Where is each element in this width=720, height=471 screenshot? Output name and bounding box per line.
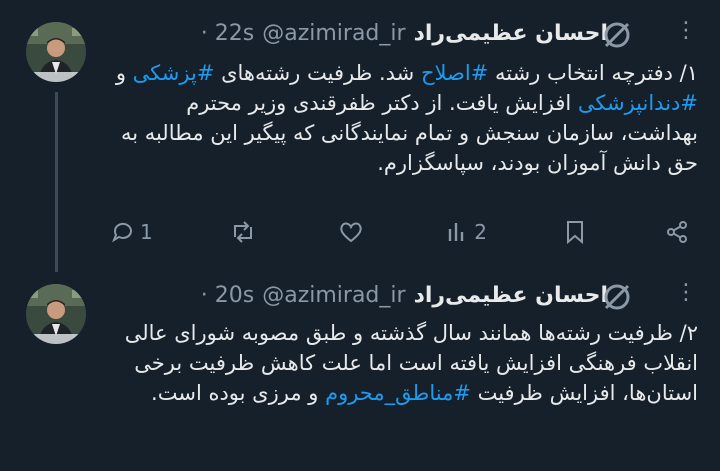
timestamp[interactable]: · 20s [201, 283, 254, 308]
body-text: ۱/ دفترچه انتخاب رشته [488, 61, 698, 85]
tweet-header: احسان عظیمی‌راد @azimirad_ir · 20s [201, 280, 608, 310]
reply-icon [111, 222, 132, 243]
hashtag-link[interactable]: #دندانپزشکی [578, 91, 698, 115]
avatar[interactable] [26, 22, 86, 82]
body-text: و [115, 61, 133, 85]
view-count: 2 [474, 220, 487, 244]
reply-button[interactable]: 1 [110, 219, 153, 245]
reply-count: 1 [140, 220, 153, 244]
views-icon [449, 223, 464, 241]
bookmark-button[interactable] [563, 219, 587, 245]
hashtag-link[interactable]: #پزشکی [133, 61, 215, 85]
grok-icon[interactable] [600, 18, 634, 56]
user-handle[interactable]: @azimirad_ir [262, 21, 405, 46]
display-name[interactable]: احسان عظیمی‌راد [414, 21, 608, 46]
more-options-icon[interactable]: ⋮ [675, 18, 697, 43]
avatar[interactable] [26, 284, 86, 344]
body-text: و مرزی بوده است. [151, 381, 326, 405]
repost-button[interactable] [229, 219, 261, 245]
tweet-actions: 1 2 [110, 217, 690, 247]
more-options-icon[interactable]: ⋮ [675, 280, 697, 305]
heart-icon [340, 222, 362, 243]
hashtag-link[interactable]: #مناطق_محروم [325, 381, 471, 405]
tweet-body: ۱/ دفترچه انتخاب رشته #اصلاح شد. ظرفیت ر… [110, 58, 698, 178]
tweet-header: احسان عظیمی‌راد @azimirad_ir · 22s [201, 18, 608, 48]
bookmark-icon [567, 221, 584, 245]
repost-icon [234, 221, 253, 243]
like-button[interactable] [338, 219, 368, 245]
user-handle[interactable]: @azimirad_ir [262, 283, 405, 308]
display-name[interactable]: احسان عظیمی‌راد [414, 283, 608, 308]
share-icon [666, 221, 687, 243]
share-button[interactable] [664, 219, 690, 245]
grok-icon[interactable] [600, 280, 634, 318]
tweet-1[interactable]: احسان عظیمی‌راد @azimirad_ir · 22s ⋮ ۱/ … [0, 0, 720, 262]
timestamp[interactable]: · 22s [201, 21, 254, 46]
tweet-2[interactable]: احسان عظیمی‌راد @azimirad_ir · 20s ⋮ ۲/ … [0, 262, 720, 471]
tweet-body: ۲/ ظرفیت رشته‌ها همانند سال گذشته و طبق … [110, 318, 698, 408]
views-button[interactable]: 2 [444, 219, 487, 245]
hashtag-link[interactable]: #اصلاح [421, 61, 488, 85]
body-text: شد. ظرفیت رشته‌های [214, 61, 421, 85]
